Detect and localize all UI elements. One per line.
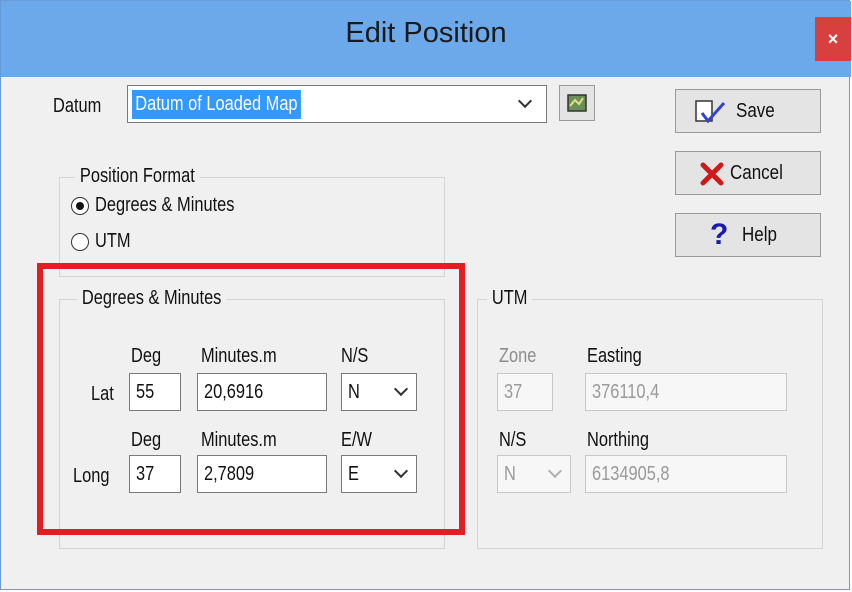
utm-northing-value: 6134905,8 [592, 463, 670, 485]
title-bar[interactable]: Edit Position × [1, 1, 851, 77]
position-format-group [59, 177, 445, 277]
help-question-icon: ? [710, 218, 729, 251]
map-picker-button[interactable] [559, 85, 595, 121]
help-button[interactable]: ? Help [675, 213, 821, 257]
datum-value: Datum of Loaded Map [132, 90, 301, 119]
utm-ns-select[interactable]: N [497, 455, 571, 493]
utm-zone-input[interactable]: 37 [497, 373, 553, 411]
edit-position-dialog: Edit Position × Datum Datum of Loaded Ma… [0, 0, 851, 590]
cancel-button[interactable]: Cancel [675, 151, 821, 195]
chevron-down-icon [517, 93, 533, 109]
chevron-down-icon [547, 463, 563, 479]
close-button[interactable]: × [815, 17, 851, 61]
cancel-label: Cancel [730, 162, 783, 184]
utm-zone-header: Zone [499, 345, 537, 367]
window-title: Edit Position [345, 17, 507, 49]
map-icon [567, 94, 587, 112]
radio-degrees-minutes-label: Degrees & Minutes [95, 194, 235, 216]
utm-ns-header: N/S [499, 429, 527, 451]
utm-title: UTM [487, 287, 533, 310]
save-check-icon [695, 100, 726, 124]
utm-easting-input[interactable]: 376110,4 [585, 373, 787, 411]
radio-utm[interactable] [71, 233, 89, 251]
utm-easting-value: 376110,4 [592, 381, 660, 403]
position-format-title: Position Format [75, 165, 200, 188]
radio-selected-dot [76, 202, 84, 210]
radio-utm-label: UTM [95, 230, 131, 252]
help-label: Help [742, 224, 777, 246]
utm-zone-value: 37 [504, 381, 523, 403]
save-label: Save [736, 100, 775, 122]
highlight-annotation [37, 263, 465, 535]
radio-degrees-minutes[interactable] [71, 197, 89, 215]
utm-ns-value: N [504, 463, 516, 485]
utm-northing-input[interactable]: 6134905,8 [585, 455, 787, 493]
utm-easting-header: Easting [587, 345, 642, 367]
datum-label: Datum [53, 95, 102, 117]
cancel-x-icon [700, 162, 724, 186]
save-button[interactable]: Save [675, 89, 821, 133]
utm-group [477, 299, 823, 549]
datum-dropdown[interactable]: Datum of Loaded Map [127, 85, 547, 123]
utm-northing-header: Northing [587, 429, 649, 451]
